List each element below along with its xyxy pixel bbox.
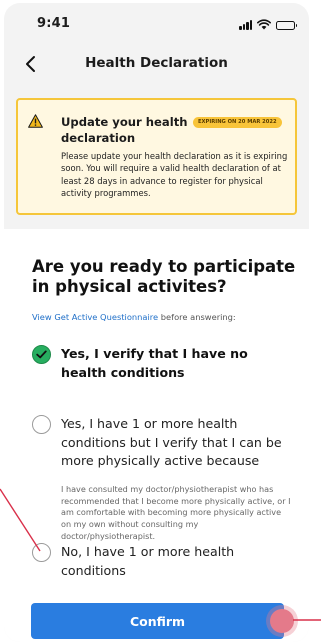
expiry-badge: EXPIRING ON 20 MAR 2022 xyxy=(193,117,282,128)
option-note: I have consulted my doctor/physiotherapi… xyxy=(61,484,291,541)
warning-body: Please update your health declaration as… xyxy=(61,151,288,198)
phone-screen: 9:41 Health Declaration Update your heal… xyxy=(4,3,309,642)
signal-icon xyxy=(239,20,252,30)
questionnaire-line: View Get Active Questionnaire before ans… xyxy=(32,312,236,322)
radio-unselected[interactable] xyxy=(32,543,51,562)
confirm-button[interactable]: Confirm xyxy=(31,603,284,639)
questionnaire-suffix: before answering: xyxy=(158,312,236,322)
expiry-warning-card: Update your health declaration EXPIRING … xyxy=(16,98,297,215)
check-icon xyxy=(36,350,47,359)
header: Health Declaration xyxy=(4,45,309,83)
page-title: Health Declaration xyxy=(85,55,228,71)
radio-selected[interactable] xyxy=(32,345,51,364)
warning-title: Update your health declaration xyxy=(61,115,188,145)
warning-triangle-icon xyxy=(28,114,43,128)
declaration-form: Are you ready to participate in physical… xyxy=(4,229,309,642)
battery-icon xyxy=(276,21,297,30)
status-bar: 9:41 xyxy=(4,3,309,41)
tap-indicator xyxy=(270,609,294,633)
status-icons xyxy=(239,18,297,30)
question-title: Are you ready to participate in physical… xyxy=(32,257,296,296)
status-time: 9:41 xyxy=(37,16,71,31)
option-label: Yes, I verify that I have no health cond… xyxy=(61,346,248,380)
radio-unselected[interactable] xyxy=(32,415,51,434)
wifi-icon xyxy=(257,19,271,30)
option-label: Yes, I have 1 or more health conditions … xyxy=(61,416,282,468)
option-label: No, I have 1 or more health conditions xyxy=(61,544,235,578)
questionnaire-link[interactable]: View Get Active Questionnaire xyxy=(32,312,158,322)
